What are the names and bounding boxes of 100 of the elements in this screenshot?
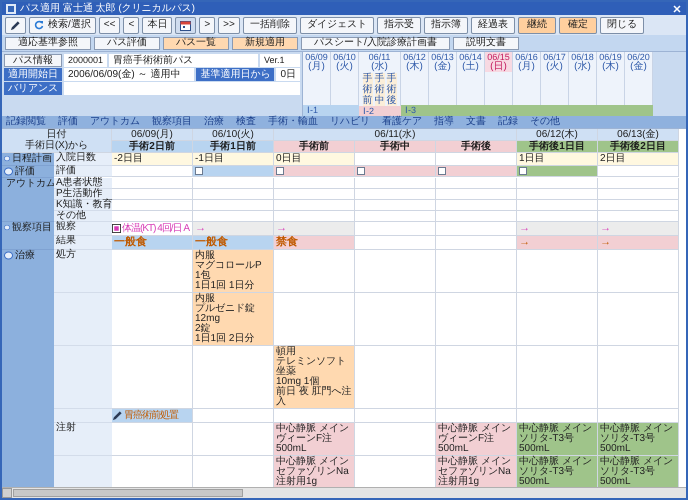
group-label[interactable]: 評価 bbox=[15, 167, 35, 177]
calendar-day[interactable]: 06/14 (土) bbox=[457, 52, 484, 72]
pass-version: Ver.1 bbox=[260, 54, 300, 67]
relative-day-header: 手術中 bbox=[355, 141, 436, 153]
header-label: 日付 bbox=[46, 129, 68, 140]
toolbar-button[interactable]: 指示簿 bbox=[424, 16, 468, 34]
pass-name: 胃癌手術術前パス bbox=[109, 54, 258, 67]
row-label: その他 bbox=[54, 211, 112, 222]
order-cell[interactable]: 内服 プルゼニド錠12mg 2錠 1日1回 2日分 bbox=[193, 293, 274, 346]
calendar-day[interactable]: 06/10 (火) bbox=[331, 52, 358, 72]
order-cell[interactable]: 中心静脈 メイン ソリタ-T3号500mL bbox=[517, 456, 598, 487]
cell-text: -1日目 bbox=[195, 153, 224, 164]
sub-tab[interactable]: パス評価 bbox=[94, 36, 160, 50]
pass-info-button[interactable]: パス情報 bbox=[4, 54, 62, 67]
order-line: セファゾリンNa注射用1g bbox=[276, 467, 350, 487]
category-link[interactable]: 記録 bbox=[498, 117, 518, 127]
order-cell[interactable]: 中心静脈 メイン ヴィーンF注500mL bbox=[274, 423, 355, 456]
sub-tab[interactable]: 適応基準参照 bbox=[5, 36, 91, 50]
order-line: ヴィーンF注500mL bbox=[276, 434, 334, 454]
sub-tab[interactable]: 説明文書 bbox=[452, 36, 519, 50]
order-line: 内服 bbox=[195, 294, 215, 304]
order-cell[interactable]: 中心静脈 メイン セファゾリンNa注射用1g bbox=[436, 456, 517, 487]
group-label[interactable]: 日程計画 bbox=[12, 154, 52, 164]
calendar-day[interactable]: 06/13 (金) bbox=[429, 52, 456, 72]
category-link[interactable]: 観察項目 bbox=[152, 117, 192, 127]
cell-text: → bbox=[519, 236, 530, 248]
toolbar-button[interactable]: 経過表 bbox=[470, 16, 515, 34]
group-label[interactable]: 治療 bbox=[15, 251, 35, 261]
order-line: 2錠 bbox=[195, 324, 211, 334]
phase-bar[interactable]: Ⅰ-2 bbox=[359, 106, 401, 117]
sub-tab[interactable]: パス一覧 bbox=[163, 36, 229, 50]
sub-tab[interactable]: 新規適用 bbox=[232, 36, 298, 50]
row-label: 結果 bbox=[54, 236, 112, 250]
toolbar-button[interactable]: 閉じる bbox=[600, 16, 644, 34]
toolbar-button[interactable]: 指示受 bbox=[376, 16, 421, 34]
order-line: テレミンソフト坐薬 bbox=[276, 357, 347, 377]
stage-label: 手術前 bbox=[362, 73, 372, 106]
order-line: 中心静脈 メイン bbox=[276, 457, 350, 467]
calendar-day[interactable]: 06/16 (月) bbox=[513, 52, 540, 72]
date-header: 06/13(金) bbox=[598, 129, 679, 141]
calendar-day[interactable]: 06/17 (火) bbox=[541, 52, 568, 72]
category-link[interactable]: 評価 bbox=[58, 117, 78, 127]
date-header: 06/12(木) bbox=[517, 129, 598, 141]
window-title: パス適用 富士通 太郎 (クリニカルパス) bbox=[20, 4, 195, 14]
order-line: 頓用 bbox=[276, 347, 297, 357]
phase-bar[interactable]: Ⅰ-1 bbox=[303, 105, 359, 116]
nav-button[interactable]: >> bbox=[218, 16, 240, 34]
category-link[interactable]: 手術・輸血 bbox=[268, 117, 318, 127]
order-cell[interactable]: 中心静脈 メイン ソリタ-T3号500mL bbox=[517, 423, 598, 456]
order-line: セファゾリンNa注射用1g bbox=[438, 467, 512, 487]
category-link[interactable]: 記録閲覧 bbox=[6, 117, 46, 127]
order-cell[interactable]: 頓用 テレミンソフト坐薬 10mg 1個 前日 夜 肛門へ注入 bbox=[274, 346, 355, 409]
calendar-day[interactable]: 06/11 (水) bbox=[359, 52, 400, 72]
calendar-day[interactable]: 06/12 (木) bbox=[401, 52, 428, 72]
order-cell[interactable]: 中心静脈 メイン ソリタ-T3号500mL bbox=[598, 423, 679, 456]
nav-button[interactable]: > bbox=[199, 16, 216, 34]
order-line: ソリタ-T3号500mL bbox=[600, 467, 656, 487]
calendar-day[interactable]: 06/18 (水) bbox=[569, 52, 596, 72]
sub-tab[interactable]: パスシート/入院診療計画書 bbox=[301, 36, 450, 50]
category-link[interactable]: 検査 bbox=[236, 117, 256, 127]
field-label: 適用開始日 bbox=[4, 68, 62, 81]
calendar-day[interactable]: 06/15 (日) bbox=[485, 52, 512, 72]
order-cell[interactable]: 中心静脈 メイン ソリタ-T3号500mL bbox=[598, 456, 679, 487]
calendar-day[interactable]: 06/19 (木) bbox=[597, 52, 624, 72]
category-link[interactable]: 文書 bbox=[466, 117, 486, 127]
category-link[interactable]: 指導 bbox=[434, 117, 454, 127]
relative-day-header: 手術前 bbox=[274, 141, 355, 153]
calendar-day[interactable]: 06/09 (月) bbox=[303, 52, 330, 72]
order-line: 前日 夜 肛門へ注入 bbox=[276, 387, 352, 407]
header-label: 手術日(X)から bbox=[24, 140, 90, 151]
base-days-value: 0日 bbox=[276, 68, 300, 81]
toolbar-button[interactable]: 継続 bbox=[518, 16, 556, 34]
order-line: 1包 bbox=[195, 271, 211, 281]
category-link[interactable]: 看護ケア bbox=[382, 117, 422, 127]
order-line: 中心静脈 メイン bbox=[438, 457, 512, 467]
order-line: 10mg 1個 bbox=[276, 377, 320, 387]
calendar-day[interactable]: 06/20 (金) bbox=[625, 52, 652, 72]
order-line: 中心静脈 メイン bbox=[276, 424, 350, 434]
date-header: 06/11(水) bbox=[274, 129, 517, 141]
cell-text: 1日目 bbox=[519, 153, 545, 164]
cell-text: → bbox=[276, 222, 287, 234]
toolbar-button[interactable]: 確定 bbox=[558, 16, 597, 34]
category-link[interactable]: アウトカム bbox=[90, 117, 140, 127]
nav-button[interactable]: << bbox=[98, 16, 120, 34]
order-line: マグコロールP bbox=[195, 261, 263, 271]
category-link[interactable]: リハビリ bbox=[330, 117, 370, 127]
order-cell[interactable]: 中心静脈 メイン セファゾリンNa注射用1g bbox=[274, 456, 355, 487]
cell-text: 一般食 bbox=[114, 236, 147, 248]
category-link[interactable]: その他 bbox=[530, 117, 560, 127]
order-line: プルゼニド錠12mg bbox=[195, 304, 256, 324]
order-cell[interactable]: 中心静脈 メイン ヴィーンF注500mL bbox=[436, 423, 517, 456]
order-cell[interactable]: 内服 マグコロールP 1包 1日1回 1日分 bbox=[193, 250, 274, 293]
nav-button[interactable]: 本日 bbox=[142, 16, 172, 34]
group-label[interactable]: 観察項目 bbox=[12, 223, 52, 233]
category-link[interactable]: 治療 bbox=[204, 117, 224, 127]
toolbar-button[interactable]: 一括削除 bbox=[242, 16, 297, 34]
search-select-button[interactable]: 検索/選択 bbox=[29, 16, 96, 34]
toolbar-button[interactable]: ダイジェスト bbox=[300, 16, 374, 34]
nav-button[interactable]: < bbox=[123, 16, 140, 34]
cell-text: 禁食 bbox=[276, 236, 298, 248]
